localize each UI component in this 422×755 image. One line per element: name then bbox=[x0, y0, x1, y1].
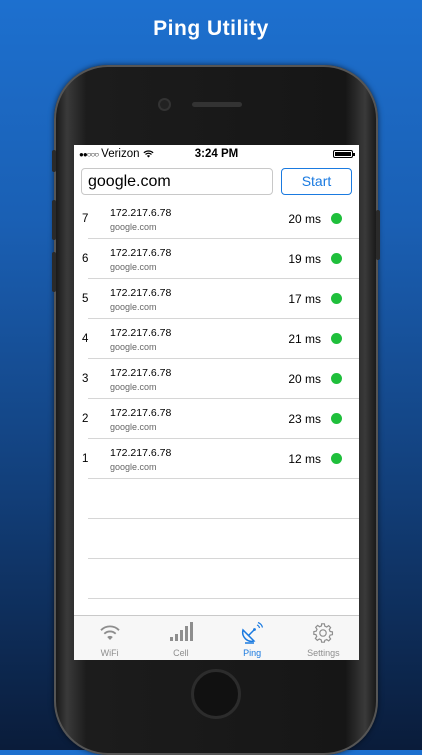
wifi-icon bbox=[99, 625, 120, 640]
ping-response-time: 23 ms bbox=[288, 412, 321, 426]
volume-down-button bbox=[52, 252, 56, 292]
ping-result-row[interactable]: 3 172.217.6.78 google.com 20 ms bbox=[74, 359, 359, 399]
volume-up-button bbox=[52, 200, 56, 240]
promo-title: Ping Utility bbox=[153, 17, 269, 40]
ping-result-row[interactable]: 7 172.217.6.78 google.com 20 ms bbox=[74, 199, 359, 239]
ping-response-time: 19 ms bbox=[288, 252, 321, 266]
gear-icon bbox=[313, 623, 334, 643]
ping-sequence-number: 6 bbox=[82, 253, 89, 265]
status-time: 3:24 PM bbox=[194, 148, 239, 160]
ping-response-time: 17 ms bbox=[288, 292, 321, 306]
empty-list-row bbox=[74, 559, 359, 599]
host-input[interactable] bbox=[81, 168, 273, 195]
status-ok-indicator bbox=[331, 453, 342, 464]
row-divider bbox=[88, 598, 359, 599]
ping-response-time: 21 ms bbox=[288, 332, 321, 346]
front-camera bbox=[160, 100, 169, 109]
home-button bbox=[191, 669, 241, 719]
ping-response-time: 12 ms bbox=[288, 452, 321, 466]
tab-wifi[interactable]: WiFi bbox=[74, 616, 145, 660]
ping-hostname: google.com bbox=[110, 422, 157, 432]
power-button bbox=[376, 210, 380, 260]
ping-ip-address: 172.217.6.78 bbox=[110, 327, 172, 339]
ping-response-time: 20 ms bbox=[288, 372, 321, 386]
ping-sequence-number: 5 bbox=[82, 293, 89, 305]
ping-ip-address: 172.217.6.78 bbox=[110, 247, 172, 259]
battery-icon bbox=[333, 150, 355, 158]
ping-hostname: google.com bbox=[110, 262, 157, 272]
ping-hostname: google.com bbox=[110, 222, 157, 232]
ping-sequence-number: 3 bbox=[82, 373, 89, 385]
start-button[interactable]: Start bbox=[281, 168, 352, 195]
satellite-dish-icon bbox=[242, 622, 264, 644]
ping-result-row[interactable]: 6 172.217.6.78 google.com 19 ms bbox=[74, 239, 359, 279]
ping-results-list: 7 172.217.6.78 google.com 20 ms 6 172.217.6.7… bbox=[74, 199, 359, 599]
tab-settings-label: Settings bbox=[307, 648, 340, 658]
status-ok-indicator bbox=[331, 293, 342, 304]
ping-result-row[interactable]: 4 172.217.6.78 google.com 21 ms bbox=[74, 319, 359, 359]
ping-ip-address: 172.217.6.78 bbox=[110, 447, 172, 459]
ping-ip-address: 172.217.6.78 bbox=[110, 407, 172, 419]
tab-bar: WiFi Cell Ping Settings bbox=[74, 615, 359, 660]
empty-list-row bbox=[74, 479, 359, 519]
cell-signal-icon bbox=[169, 622, 193, 641]
ping-hostname: google.com bbox=[110, 462, 157, 472]
ping-ip-address: 172.217.6.78 bbox=[110, 367, 172, 379]
ping-sequence-number: 7 bbox=[82, 213, 89, 225]
ping-sequence-number: 2 bbox=[82, 413, 89, 425]
tab-cell-label: Cell bbox=[173, 648, 189, 658]
status-ok-indicator bbox=[331, 413, 342, 424]
tab-ping[interactable]: Ping bbox=[217, 616, 288, 660]
ping-ip-address: 172.217.6.78 bbox=[110, 207, 172, 219]
ping-ip-address: 172.217.6.78 bbox=[110, 287, 172, 299]
status-ok-indicator bbox=[331, 213, 342, 224]
ping-hostname: google.com bbox=[110, 302, 157, 312]
ping-sequence-number: 4 bbox=[82, 333, 89, 345]
status-ok-indicator bbox=[331, 333, 342, 344]
tab-wifi-label: WiFi bbox=[100, 648, 119, 658]
ping-result-row[interactable]: 2 172.217.6.78 google.com 23 ms bbox=[74, 399, 359, 439]
empty-list-row bbox=[74, 519, 359, 559]
status-ok-indicator bbox=[331, 253, 342, 264]
ping-result-row[interactable]: 5 172.217.6.78 google.com 17 ms bbox=[74, 279, 359, 319]
tab-ping-label: Ping bbox=[243, 648, 262, 658]
mute-switch bbox=[52, 150, 56, 172]
ping-hostname: google.com bbox=[110, 342, 157, 352]
ping-sequence-number: 1 bbox=[82, 453, 89, 465]
earpiece-speaker bbox=[192, 102, 242, 107]
tab-settings[interactable]: Settings bbox=[288, 616, 359, 660]
tab-cell[interactable]: Cell bbox=[145, 616, 216, 660]
status-ok-indicator bbox=[331, 373, 342, 384]
ping-result-row[interactable]: 1 172.217.6.78 google.com 12 ms bbox=[74, 439, 359, 479]
status-bar: ●●○○○ Verizon 3:24 PM bbox=[74, 145, 359, 163]
ping-hostname: google.com bbox=[110, 382, 157, 392]
app-screen: ●●○○○ Verizon 3:24 PM Start 7 172.217.6.7… bbox=[74, 145, 359, 660]
ping-response-time: 20 ms bbox=[288, 212, 321, 226]
